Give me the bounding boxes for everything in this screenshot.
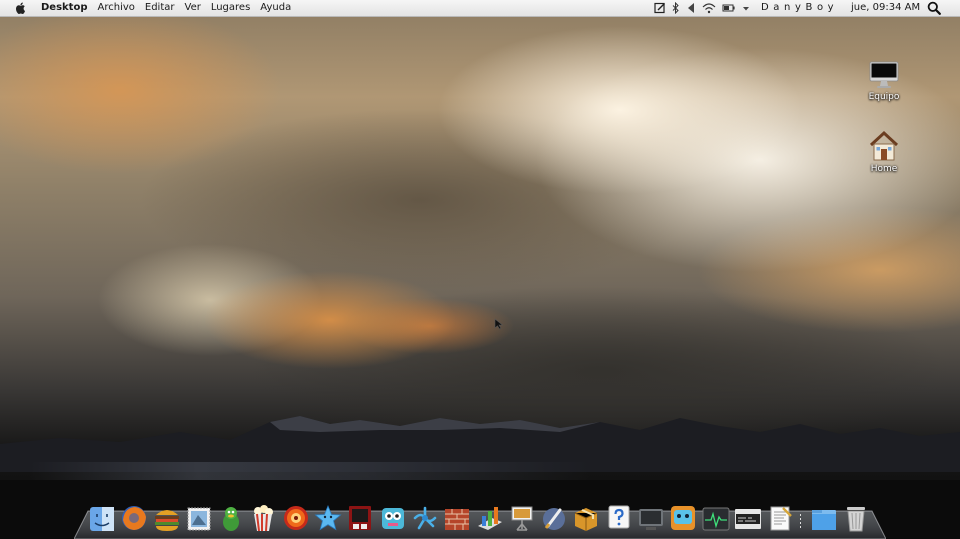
clock[interactable]: jue, 09:34 AM [851, 0, 920, 16]
dock-item-firefox[interactable] [120, 502, 148, 532]
home-folder-icon [869, 130, 899, 161]
bluetooth-icon[interactable] [672, 0, 680, 16]
dock-item-adium[interactable] [217, 502, 245, 532]
robot-app-icon [381, 508, 404, 529]
star-app-icon [314, 504, 342, 531]
user-name[interactable]: DanyBoy [761, 0, 838, 16]
apple-logo-icon[interactable] [14, 1, 28, 15]
dock-item-keynote[interactable] [508, 502, 536, 532]
volume-icon[interactable] [686, 0, 696, 16]
dock-item-star[interactable] [314, 502, 342, 532]
notes-icon[interactable] [654, 0, 666, 16]
menu-ver[interactable]: Ver [185, 0, 201, 16]
mail-stamp-icon [187, 507, 211, 531]
menu-ayuda[interactable]: Ayuda [260, 0, 291, 16]
console-icon [734, 509, 761, 529]
app-menu-desktop[interactable]: Desktop [41, 0, 88, 16]
help-icon [608, 505, 630, 529]
menu-editar[interactable]: Editar [145, 0, 175, 16]
dock-item-firewall[interactable] [443, 502, 471, 532]
mouse-cursor-icon [494, 318, 504, 330]
dock-item-textedit[interactable] [766, 502, 794, 532]
package-icon [575, 508, 598, 531]
finder-icon [90, 507, 114, 531]
keynote-icon [511, 506, 533, 531]
dock-item-help[interactable] [605, 502, 633, 532]
textedit-icon [770, 506, 793, 531]
firewall-icon [445, 509, 470, 530]
top-menu-bar: Desktop Archivo Editar Ver Lugares Ayuda… [0, 0, 960, 17]
dock-item-player[interactable] [282, 502, 310, 532]
desktop-icon-label: Home [870, 164, 898, 174]
dock-separator [799, 504, 802, 532]
dock-item-face[interactable] [669, 502, 697, 532]
dock-item-folder[interactable] [810, 502, 838, 532]
blue-folder-icon [811, 510, 836, 530]
burger-app-icon [154, 510, 179, 531]
brush-app-icon [543, 508, 566, 530]
grapher-icon [477, 507, 502, 530]
dock-item-burger[interactable] [153, 502, 181, 532]
media-player-icon [283, 506, 308, 530]
status-tray [654, 0, 756, 16]
desktop-icon-home[interactable]: Home [854, 130, 914, 174]
dock-item-mail-stamp[interactable] [185, 502, 213, 532]
dock-item-popcorn[interactable] [249, 502, 277, 532]
popcorn-icon [254, 505, 274, 532]
firefox-icon [122, 506, 147, 530]
dock-item-network[interactable] [411, 502, 439, 532]
dock-item-grapher[interactable] [476, 502, 504, 532]
network-app-icon [413, 506, 437, 530]
computer-monitor-icon [869, 61, 899, 88]
dock-item-screen[interactable] [637, 502, 665, 532]
dock-item-trash[interactable] [842, 502, 870, 532]
dock-item-finder[interactable] [88, 502, 116, 532]
trash-icon [846, 507, 865, 532]
menu-lugares[interactable]: Lugares [211, 0, 250, 16]
dock-item-robot[interactable] [379, 502, 407, 532]
dock-item-console[interactable] [734, 502, 762, 532]
face-app-icon [671, 506, 696, 530]
desktop-icon-equipo[interactable]: Equipo [854, 60, 914, 102]
photo-booth-icon [349, 506, 372, 530]
adium-duck-icon [223, 507, 240, 531]
dropdown-arrow-icon[interactable] [742, 0, 750, 16]
dock-item-package[interactable] [572, 502, 600, 532]
dock-item-photo-booth[interactable] [346, 502, 374, 532]
wifi-icon[interactable] [702, 0, 716, 16]
screen-app-icon [639, 509, 664, 530]
dock [88, 498, 874, 532]
menu-archivo[interactable]: Archivo [98, 0, 135, 16]
dock-item-brush[interactable] [540, 502, 568, 532]
desktop-wallpaper [0, 0, 960, 539]
spotlight-search-icon[interactable] [927, 1, 941, 15]
activity-monitor-icon [702, 507, 730, 531]
desktop-icon-label: Equipo [868, 92, 900, 102]
dock-item-activity-monitor[interactable] [702, 502, 730, 532]
battery-icon[interactable] [722, 0, 736, 16]
